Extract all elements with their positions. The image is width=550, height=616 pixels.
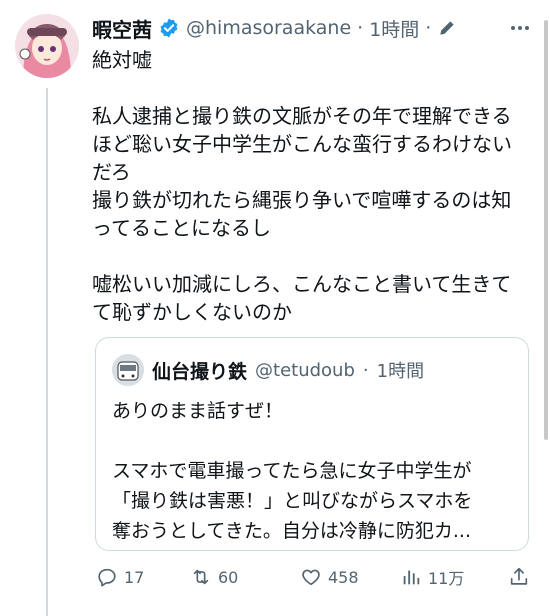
tweet-text: 絶対嘘 私人逮捕と撮り鉄の文脈がその年で理解できる ほど聡い女子中学生がこんな蛮… (92, 46, 532, 326)
tweet-line: だろ (92, 160, 131, 184)
tweet-line: 嘘松いい加減にしろ、こんなこと書いて生きて (92, 272, 512, 296)
quoted-time[interactable]: 1時間 (377, 357, 424, 383)
quoted-avatar[interactable] (112, 354, 144, 386)
author-name[interactable]: 暇空茜 (92, 14, 152, 43)
retweet-icon (193, 569, 209, 585)
views-count: 11万 (428, 569, 465, 588)
share-button[interactable] (508, 566, 530, 588)
quoted-author-handle[interactable]: @tetudoub (255, 360, 355, 381)
author-avatar[interactable] (15, 14, 79, 78)
verified-badge-icon (160, 18, 178, 38)
thread-line (46, 88, 48, 616)
tweet-line: 撮り鉄が切れたら縄張り争いで喧嘩するのは知 (92, 188, 512, 212)
tweet-line: て恥ずかしくないのか (92, 300, 292, 324)
like-button[interactable]: 458 (300, 566, 359, 588)
reply-button[interactable]: 17 (96, 566, 144, 588)
more-options-icon[interactable] (508, 16, 532, 40)
separator-dot: · (425, 17, 432, 39)
tweet-time[interactable]: 1時間 (369, 15, 419, 42)
quoted-line: 奪おうとしてきた。自分は冷静に防犯カ... (112, 520, 471, 542)
separator-dot: · (362, 359, 369, 381)
tweet-line: 絶対嘘 (92, 48, 152, 72)
quoted-header: 仙台撮り鉄 @tetudoub · 1時間 (112, 352, 512, 388)
quoted-line: 「撮り鉄は害悪！」と叫びながらスマホを (112, 490, 473, 512)
action-bar: 17 60 458 11万 (92, 560, 542, 594)
tweet-header: 暇空茜 @himasoraakane · 1時間 · (92, 10, 532, 46)
quoted-author-name[interactable]: 仙台撮り鉄 (152, 357, 247, 384)
author-handle[interactable]: @himasoraakane (186, 17, 351, 39)
separator-dot: · (357, 17, 364, 39)
reply-icon (98, 568, 116, 587)
views-button[interactable]: 11万 (400, 565, 464, 589)
heart-icon (302, 569, 320, 586)
quoted-tweet-card[interactable]: 仙台撮り鉄 @tetudoub · 1時間 ありのまま話すぜ！ スマホで電車撮っ… (95, 337, 529, 551)
quoted-line: スマホで電車撮ってたら急に女子中学生が (112, 460, 472, 482)
reply-count: 17 (124, 567, 145, 587)
retweet-count: 60 (218, 567, 239, 587)
tweet-line: ってることになるし (92, 216, 271, 240)
tweet-line: 私人逮捕と撮り鉄の文脈がその年で理解できる (92, 104, 512, 128)
edited-pencil-icon[interactable] (437, 18, 457, 38)
quoted-text: ありのまま話すぜ！ スマホで電車撮ってたら急に女子中学生が 「撮り鉄は害悪！」と… (112, 396, 522, 546)
like-count: 458 (328, 567, 359, 587)
header-right (508, 10, 532, 46)
share-icon (510, 567, 528, 585)
tweet-line: ほど聡い女子中学生がこんな蛮行するわけない (92, 132, 512, 156)
scrollbar[interactable] (544, 20, 548, 440)
retweet-button[interactable]: 60 (190, 566, 238, 588)
views-chart-icon (403, 570, 420, 585)
quoted-line: ありのまま話すぜ！ (112, 400, 284, 422)
